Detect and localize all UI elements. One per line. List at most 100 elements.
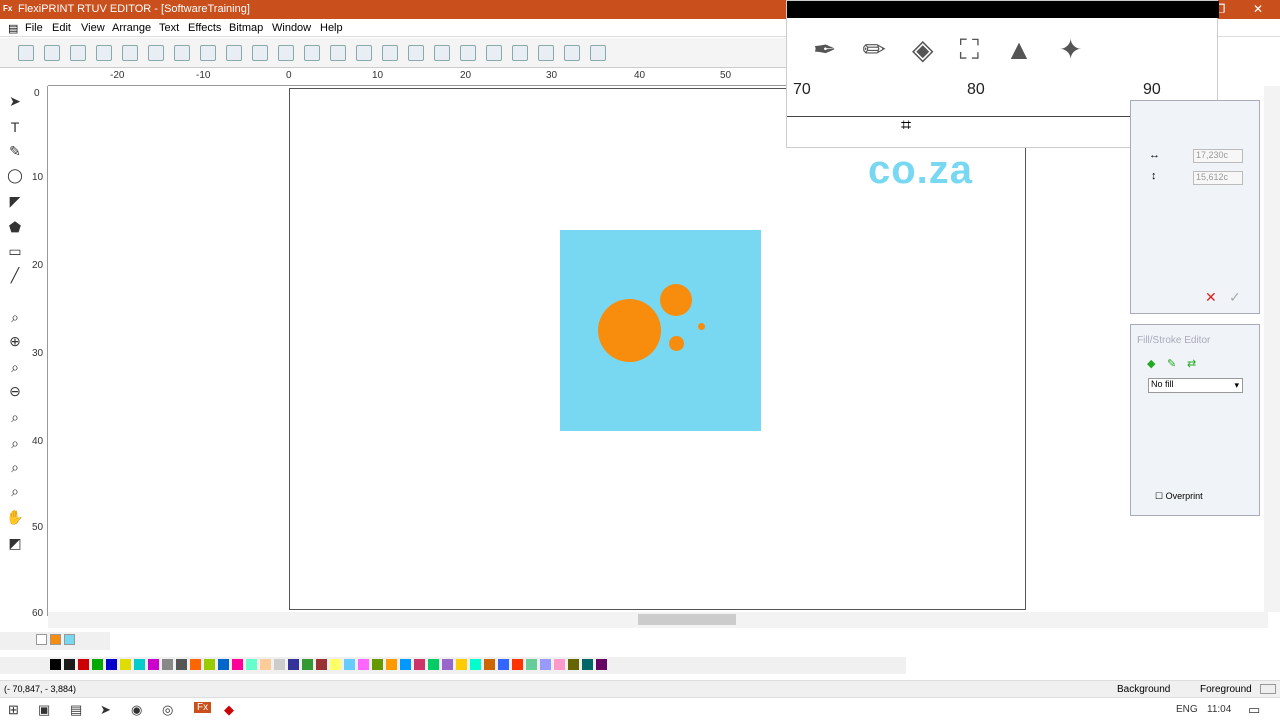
vertical-scrollbar[interactable] (1264, 86, 1280, 612)
rip-icon[interactable] (174, 45, 190, 61)
redo-list-icon[interactable] (356, 45, 372, 61)
document-color-swatch[interactable] (64, 634, 75, 645)
explorer-icon[interactable]: ▤ (70, 702, 82, 718)
color-swatch[interactable] (372, 659, 383, 670)
color-swatch[interactable] (582, 659, 593, 670)
logo-graphic[interactable] (560, 230, 761, 431)
fill-select[interactable]: No fill ▾ (1148, 378, 1243, 393)
align-icon[interactable] (434, 45, 450, 61)
color-wheel-icon[interactable] (460, 45, 476, 61)
ellipse-tool-icon[interactable]: ◯ (6, 166, 24, 184)
upload-icon[interactable] (590, 45, 606, 61)
open-icon[interactable] (44, 45, 60, 61)
menu-view[interactable]: View (81, 22, 105, 34)
color-swatch[interactable] (78, 659, 89, 670)
color-swatch[interactable] (302, 659, 313, 670)
color-swatch[interactable] (470, 659, 481, 670)
doc-icon[interactable]: ▤ (8, 22, 18, 35)
shape-tool-icon[interactable]: ✎ (6, 142, 24, 160)
color-swatch[interactable] (512, 659, 523, 670)
measure-tool-icon[interactable]: ▭ (6, 242, 24, 260)
ungroup-icon[interactable] (408, 45, 424, 61)
import-icon[interactable] (96, 45, 112, 61)
zoom-tool-icon[interactable] (486, 45, 502, 61)
fill-tool-icon[interactable]: ⬟ (6, 218, 24, 236)
zoom-width-icon[interactable]: ⌕ (6, 482, 24, 500)
zoom-out-icon[interactable]: ⊖ (6, 382, 24, 400)
notification-icon[interactable]: ▭ (1248, 702, 1260, 718)
foreground-swatch[interactable] (1260, 684, 1276, 694)
close-button[interactable]: ✕ (1248, 2, 1268, 16)
menu-text[interactable]: Text (159, 22, 179, 34)
color-swatch[interactable] (288, 659, 299, 670)
color-swatch[interactable] (232, 659, 243, 670)
color-swatch[interactable] (554, 659, 565, 670)
color-swatch[interactable] (596, 659, 607, 670)
zoom-in-icon[interactable]: ⊕ (6, 332, 24, 350)
print-icon[interactable] (148, 45, 164, 61)
pdf-icon[interactable]: ◆ (224, 702, 234, 718)
zoom-tool-icon[interactable]: ⌕ (6, 308, 24, 326)
start-icon[interactable]: ⊞ (8, 702, 19, 718)
color-swatch[interactable] (428, 659, 439, 670)
fill-icon[interactable]: ◆ (1147, 357, 1155, 370)
color-swatch[interactable] (148, 659, 159, 670)
redo-icon[interactable] (330, 45, 346, 61)
horizontal-scrollbar[interactable] (48, 612, 1268, 628)
copy-icon[interactable] (226, 45, 242, 61)
color-swatch[interactable] (260, 659, 271, 670)
firefox-icon[interactable]: ◉ (131, 702, 142, 718)
app-icon-blue[interactable]: ➤ (100, 702, 111, 718)
color-swatch[interactable] (568, 659, 579, 670)
overprint-checkbox[interactable]: ☐ Overprint (1155, 491, 1203, 502)
cut-icon[interactable] (200, 45, 216, 61)
menu-edit[interactable]: Edit (52, 22, 71, 34)
color-swatch[interactable] (456, 659, 467, 670)
menu-bitmap[interactable]: Bitmap (229, 22, 263, 34)
text-tool-icon[interactable]: T (6, 118, 24, 136)
zoom-page-icon[interactable]: ⌕ (6, 358, 24, 376)
color-swatch[interactable] (176, 659, 187, 670)
color-matrix-icon[interactable] (538, 45, 554, 61)
height-field[interactable]: 15,612c (1193, 171, 1243, 185)
document-color-swatch[interactable] (50, 634, 61, 645)
crop-icon[interactable]: ⛶ (959, 34, 1005, 65)
color-swatch[interactable] (162, 659, 173, 670)
pencil-icon[interactable]: ✏ (862, 34, 911, 65)
undo-list-icon[interactable] (304, 45, 320, 61)
color-swatch[interactable] (92, 659, 103, 670)
color-swatch[interactable] (526, 659, 537, 670)
stamp-icon[interactable]: ▲ (1005, 34, 1059, 65)
color-swatch[interactable] (400, 659, 411, 670)
menu-help[interactable]: Help (320, 22, 343, 34)
fill-bucket-icon[interactable]: ◈ (912, 34, 960, 65)
group-icon[interactable] (382, 45, 398, 61)
color-swatch[interactable] (190, 659, 201, 670)
select-tool-icon[interactable]: ➤ (6, 92, 24, 110)
apply-icon[interactable]: ✓ (1229, 289, 1241, 306)
menu-effects[interactable]: Effects (188, 22, 221, 34)
color-swatch[interactable] (274, 659, 285, 670)
save-icon[interactable] (70, 45, 86, 61)
export-icon[interactable] (122, 45, 138, 61)
canvas-text[interactable]: co.za (868, 148, 973, 193)
color-swatch[interactable] (344, 659, 355, 670)
clock[interactable]: 11:04 (1207, 704, 1231, 715)
cancel-icon[interactable]: ✕ (1205, 289, 1217, 306)
color-swatch[interactable] (498, 659, 509, 670)
color-swatch[interactable] (330, 659, 341, 670)
color-swatch[interactable] (50, 659, 61, 670)
zoom-selected-icon[interactable]: ⌕ (6, 434, 24, 452)
flexi-taskbar-icon[interactable]: Fx (194, 702, 212, 713)
menu-window[interactable]: Window (272, 22, 311, 34)
color-swatch[interactable] (484, 659, 495, 670)
color-swatch[interactable] (316, 659, 327, 670)
undo-icon[interactable] (278, 45, 294, 61)
color-swatch[interactable] (358, 659, 369, 670)
chrome-icon[interactable]: ◎ (162, 702, 173, 718)
paste-icon[interactable] (252, 45, 268, 61)
cloud-icon[interactable] (564, 45, 580, 61)
color-swatch[interactable] (386, 659, 397, 670)
color-swatch[interactable] (120, 659, 131, 670)
width-field[interactable]: 17,230c (1193, 149, 1243, 163)
